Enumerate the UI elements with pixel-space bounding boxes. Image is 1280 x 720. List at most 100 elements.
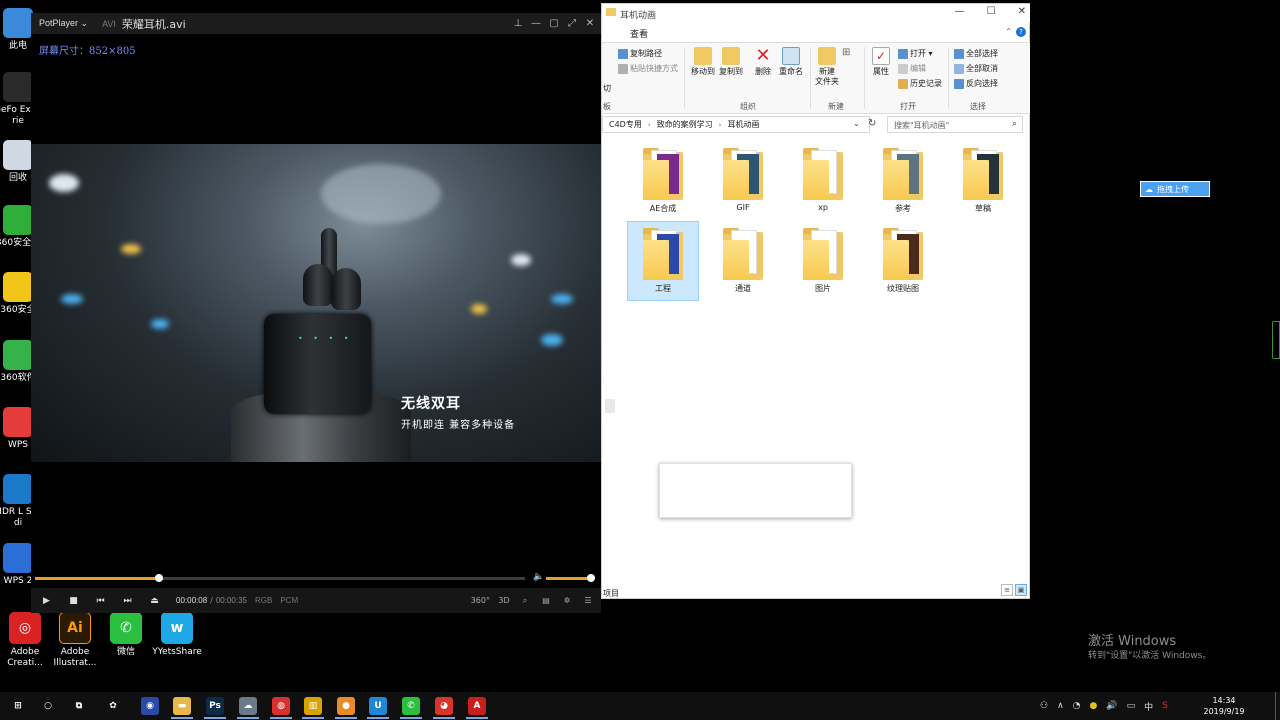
maximize-button[interactable]: ☐ [987,6,996,17]
edit-button[interactable]: 编辑 [898,63,926,74]
playlist-panel-icon[interactable]: ▤ [539,596,553,605]
delete-button[interactable]: ✕ 删除 [748,47,778,77]
folder-item[interactable]: 纹理贴图 [868,222,938,300]
app-blue-box-icon[interactable]: U [369,697,387,715]
menu-icon[interactable]: ☰ [581,596,595,605]
security-tray-icon[interactable]: ● [1090,701,1098,711]
eject-button[interactable]: ⏏ [141,596,168,606]
clock[interactable]: 14:34 2019/9/19 [1196,695,1252,717]
select-none-button[interactable]: 全部取消 [954,63,998,74]
video-frame[interactable]: • • • • 无线双耳 开机即连 兼容多种设备 [31,144,601,462]
app-cloud-icon[interactable]: ☁ [239,697,257,715]
acrobat-icon[interactable]: A [468,697,486,715]
desktop-icon[interactable]: Ai Adobe Illustrat... [50,612,100,669]
video-tag[interactable]: RGB [255,596,272,605]
volume-slider[interactable] [546,574,595,582]
app-flower-icon[interactable]: ✿ [104,697,122,715]
folder-item[interactable]: 图片 [788,222,858,300]
folder-item[interactable]: AE合成 [628,142,698,220]
rename-button[interactable]: 重命名 [776,47,806,77]
search-icon[interactable]: ○ [39,697,57,715]
app-s-icon[interactable]: S [1162,701,1168,711]
refresh-icon[interactable]: ↻ [868,118,876,129]
new-item-icon[interactable]: ⊞ [842,47,850,58]
new-folder-button[interactable]: 新建 文件夹 [812,47,842,87]
drag-upload-button[interactable]: ☁ 拖拽上传 [1140,181,1210,197]
maximize-button[interactable]: ▢ [549,18,559,29]
seek-knob[interactable] [155,574,164,582]
breadcrumb-separator-icon[interactable]: › [648,121,651,129]
app-orange-icon[interactable]: ● [337,697,355,715]
show-desktop-button[interactable] [1275,692,1280,720]
select-all-button[interactable]: 全部选择 [954,48,998,59]
breadcrumb-separator-icon[interactable]: › [719,121,722,129]
task-view-icon[interactable]: ⧉ [70,697,88,715]
pen-icon[interactable]: ⚇ [1040,701,1048,711]
folder-item[interactable]: 参考 [868,142,938,220]
breadcrumb-item[interactable]: 耳机动画 [727,119,759,130]
wechat-icon[interactable]: ✆ [402,697,420,715]
pin-icon[interactable]: ⊥ [513,18,523,29]
keyboard-icon[interactable]: ▭ [1127,701,1136,711]
details-view-button[interactable]: ≡ [1001,584,1013,596]
properties-button[interactable]: ✓ 属性 [866,47,896,77]
history-button[interactable]: 历史记录 [898,78,942,89]
breadcrumb-item[interactable]: C4D专用 [609,119,642,130]
search-input[interactable]: 搜索"耳机动画" ⌕ [887,116,1023,133]
app-chart-icon[interactable]: ▥ [304,697,322,715]
close-button[interactable]: ✕ [585,18,595,29]
search-subtitle-icon[interactable]: ⌕ [518,596,532,606]
invert-selection-button[interactable]: 反向选择 [954,78,998,89]
collapse-ribbon-icon[interactable]: ⌃ [1005,27,1012,36]
desktop-icon[interactable]: w YYetsShare [152,612,202,658]
desktop-icon[interactable]: ◎ Adobe Creati... [0,612,50,669]
folder-item[interactable]: 通道 [708,222,778,300]
settings-gear-icon[interactable]: ✲ [560,596,574,605]
volume-icon[interactable]: 🔈 [533,572,544,582]
app-tray-icon[interactable]: ◔ [1073,701,1081,711]
chrome-icon[interactable]: ◕ [435,697,453,715]
ime-icon[interactable]: 中 [1144,700,1153,713]
audio-tag[interactable]: PCM [280,596,298,605]
open-button[interactable]: 打开 ▾ [898,48,933,59]
close-button[interactable]: ✕ [1018,6,1026,17]
desktop-icon[interactable]: ✆ 微信 [101,612,151,658]
address-bar[interactable]: C4D专用 › 致命的案例学习 › 耳机动画 ⌄ [602,116,870,133]
stop-button[interactable]: ■ [60,596,87,606]
paste-shortcut-button[interactable]: 粘贴快捷方式 [618,63,678,74]
potplayer-menu-button[interactable]: PotPlayer ⌄ [31,18,96,29]
vr360-button[interactable]: 360° [471,596,490,605]
app-red-circle-icon[interactable]: ◍ [272,697,290,715]
next-button[interactable]: ⏭ [114,596,141,606]
folder-item[interactable]: xp [788,142,858,220]
seek-bar[interactable] [35,574,525,582]
move-to-button[interactable]: 移动到 [688,47,718,77]
folder-item[interactable]: 草稿 [948,142,1018,220]
edge-handle[interactable] [1272,321,1280,359]
volume-icon[interactable]: 🔊 [1106,701,1117,711]
windows-start-icon[interactable]: ⊞ [9,697,27,715]
folder-item[interactable]: 工程 [627,221,699,301]
folder-item[interactable]: GIF [708,142,778,220]
3d-button[interactable]: 3D [497,596,511,605]
file-explorer-icon[interactable]: ▬ [173,697,191,715]
minimize-button[interactable]: — [531,18,541,29]
play-button[interactable]: ▶ [33,596,60,606]
help-icon[interactable]: ? [1016,27,1026,37]
photoshop-icon[interactable]: Ps [206,697,224,715]
copy-path-button[interactable]: 复制路径 [618,48,662,59]
large-icons-view-button[interactable]: ▣ [1015,584,1027,596]
minimize-button[interactable]: — [955,6,965,17]
breadcrumb-item[interactable]: 致命的案例学习 [657,119,713,130]
previous-button[interactable]: ⏮ [87,596,114,606]
copy-to-button[interactable]: 复制到 [716,47,746,77]
explorer-titlebar[interactable]: 耳机动画 — ☐ ✕ [602,4,1030,22]
potplayer-titlebar[interactable]: PotPlayer ⌄ AVI 荣耀耳机.avi ⊥ — ▢ ⤢ ✕ [31,13,601,34]
tab-view[interactable]: 查看 [630,27,648,40]
nav-pane-scroll-handle[interactable] [605,399,615,413]
address-dropdown-icon[interactable]: ⌄ [853,119,860,128]
chevron-up-icon[interactable]: ∧ [1057,701,1064,711]
volume-knob[interactable] [587,574,595,582]
fullscreen-button[interactable]: ⤢ [567,18,577,29]
app-blue-circle-icon[interactable]: ◉ [141,697,159,715]
